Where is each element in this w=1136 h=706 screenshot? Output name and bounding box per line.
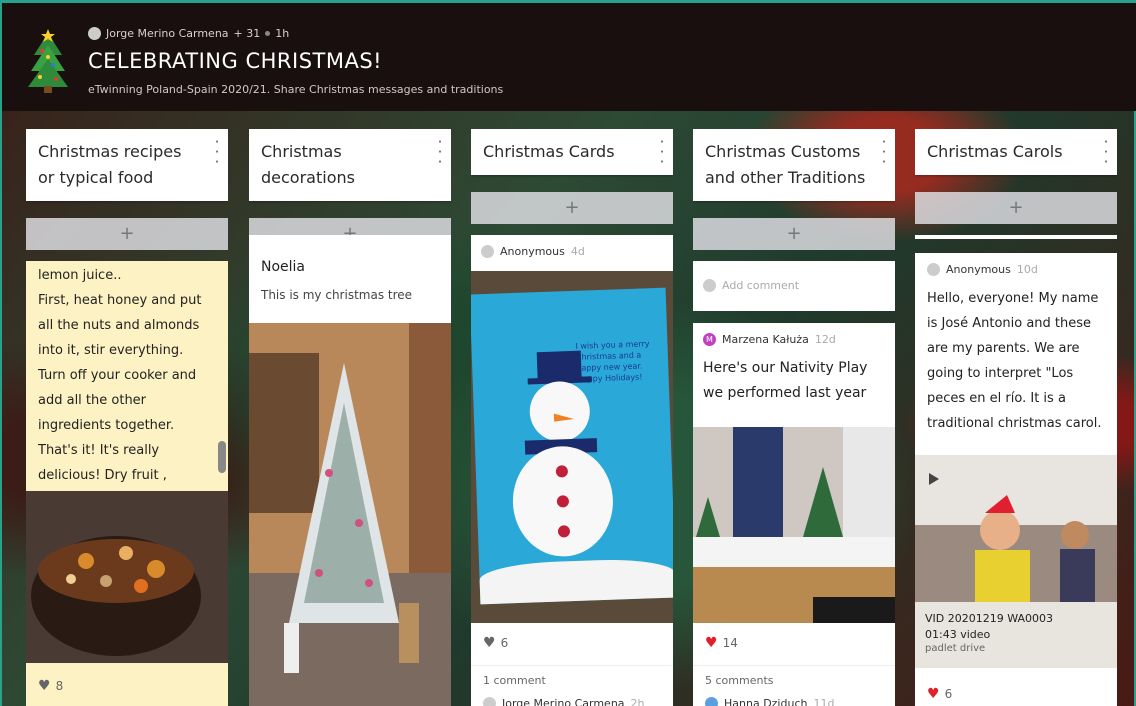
column-title: Christmas decorations <box>261 142 355 187</box>
add-post-button[interactable]: + <box>471 192 673 224</box>
commenter-name[interactable]: Hanna Dziduch <box>724 697 807 706</box>
comment-count[interactable]: 1 comment <box>471 665 673 687</box>
comment-icon <box>703 279 716 292</box>
snowman-drawing <box>512 350 613 557</box>
avatar <box>483 697 496 706</box>
column-cards: Christmas Cards · · · + Anonymous 4d I wis… <box>471 129 673 706</box>
column-header[interactable]: Christmas Customs and other Traditions ·… <box>693 129 895 201</box>
like-count: 14 <box>722 636 738 650</box>
column-customs: Christmas Customs and other Traditions ·… <box>693 129 895 706</box>
post-age: 12d <box>814 333 836 346</box>
board-header: Jorge Merino Carmena + 31 1h CELEBRATING… <box>2 3 1136 111</box>
heart-icon[interactable]: ♥ <box>927 686 940 702</box>
add-post-button[interactable]: + <box>693 218 895 250</box>
video-info[interactable]: VID 20201219 WA0003 01:43 video padlet d… <box>915 602 1117 668</box>
post-text: Hello, everyone! My name is José Antonio… <box>927 291 1102 431</box>
add-comment-input[interactable]: Add comment <box>722 279 799 292</box>
recipe-note-card[interactable]: lemon juice.. First, heat honey and put … <box>26 261 228 491</box>
more-options-icon[interactable]: · · · <box>437 135 443 170</box>
add-post-button[interactable]: + <box>26 218 228 250</box>
like-count: 6 <box>944 686 953 701</box>
author-avatar <box>88 27 101 40</box>
reaction-bar: ♥ 8 <box>26 663 228 706</box>
add-post-button[interactable]: + <box>915 192 1117 224</box>
card-edge <box>915 235 1117 239</box>
contributors-count[interactable]: + 31 <box>234 27 261 40</box>
recipe-text: lemon juice.. First, heat honey and put … <box>38 268 202 483</box>
comment-author: Jorge Merino Carmena 2h <box>471 687 673 706</box>
reaction-bar: ♥ 14 <box>693 623 895 651</box>
more-options-icon[interactable]: · · · <box>214 135 220 170</box>
christmas-card: I wish you a merry Christmas and a happy… <box>471 287 673 605</box>
column-header[interactable]: Christmas decorations · · · <box>249 129 451 201</box>
more-options-icon[interactable]: · · · <box>881 135 887 170</box>
card-footer: ♥ 14 5 comments Hanna Dziduch 11d <box>693 623 895 706</box>
author-name[interactable]: Anonymous <box>946 263 1011 276</box>
christmas-tree-icon <box>28 29 68 93</box>
video-source: padlet drive <box>925 643 986 654</box>
author-name[interactable]: Marzena Kałuża <box>722 333 809 346</box>
card-footer: ♥ 6 1 comment Jorge Merino Carmena 2h <box>471 623 673 706</box>
avatar <box>481 245 494 258</box>
video-meta: 01:43 video <box>925 628 991 641</box>
heart-icon[interactable]: ♥ <box>38 678 51 694</box>
card-photo[interactable]: I wish you a merry Christmas and a happy… <box>471 271 673 623</box>
post-card[interactable]: Anonymous 10d Hello, everyone! My name i… <box>915 253 1117 455</box>
heart-icon[interactable]: ♥ <box>705 635 718 651</box>
recipe-photo[interactable] <box>26 491 228 663</box>
column-header[interactable]: Christmas recipes or typical food · · · <box>26 129 228 201</box>
column-header[interactable]: Christmas Carols · · · <box>915 129 1117 175</box>
column-carols: Christmas Carols · · · + Anonymous 10d Hel… <box>915 129 1117 706</box>
video-name: VID 20201219 WA0003 <box>925 612 1054 625</box>
avatar <box>705 697 718 706</box>
column-title: Christmas Customs and other Traditions <box>705 142 866 187</box>
like-count: 6 <box>500 636 509 650</box>
board-time: 1h <box>275 27 290 40</box>
add-comment-card[interactable]: Add comment <box>693 261 895 311</box>
nativity-photo[interactable] <box>693 427 895 623</box>
column-title: Christmas recipes or typical food <box>38 142 182 187</box>
column-title: Christmas Carols <box>927 142 1063 161</box>
post-card[interactable]: M Marzena Kałuża 12d Here's our Nativity… <box>693 323 895 427</box>
video-thumbnail[interactable] <box>915 455 1117 602</box>
scrollbar[interactable] <box>218 441 226 473</box>
comment-count[interactable]: 5 comments <box>693 665 895 687</box>
post-meta: Jorge Merino Carmena + 31 1h <box>88 27 289 40</box>
heart-icon[interactable]: ♥ <box>483 635 496 651</box>
post-text: This is my christmas tree <box>261 288 413 302</box>
post-card[interactable]: Noelia This is my christmas tree <box>249 235 451 323</box>
comment-age: 2h <box>630 697 645 706</box>
separator-dot <box>265 31 271 36</box>
more-options-icon[interactable]: · · · <box>659 135 665 170</box>
column-recipes: Christmas recipes or typical food · · · + … <box>26 129 228 706</box>
post-title: Noelia <box>261 259 306 275</box>
post-age: 4d <box>570 245 585 258</box>
like-count: 8 <box>55 679 64 693</box>
more-options-icon[interactable]: · · · <box>1103 135 1109 170</box>
reaction-bar: ♥ 6 <box>471 623 673 651</box>
post-author: Anonymous 4d <box>481 245 663 258</box>
board-title: CELEBRATING CHRISTMAS! <box>88 49 383 73</box>
board-author[interactable]: Jorge Merino Carmena <box>106 27 229 40</box>
avatar: M <box>703 333 716 346</box>
post-card[interactable]: Anonymous 4d <box>471 235 673 271</box>
post-age: 10d <box>1016 263 1038 276</box>
comment-author: Hanna Dziduch 11d <box>693 687 895 706</box>
christmas-tree-photo[interactable] <box>249 323 451 706</box>
commenter-name[interactable]: Jorge Merino Carmena <box>502 697 625 706</box>
post-title: Here's our Nativity Play we performed la… <box>703 360 868 401</box>
author-name[interactable]: Anonymous <box>500 245 565 258</box>
comment-age: 11d <box>813 697 835 706</box>
avatar <box>927 263 940 276</box>
post-author: M Marzena Kałuża 12d <box>703 333 885 346</box>
reaction-bar: ♥ 6 <box>915 668 1117 706</box>
board-subtitle: eTwinning Poland-Spain 2020/21. Share Ch… <box>88 83 504 96</box>
column-title: Christmas Cards <box>483 142 615 161</box>
column-header[interactable]: Christmas Cards · · · <box>471 129 673 175</box>
add-comment-row[interactable]: Add comment <box>703 279 885 292</box>
post-author: Anonymous 10d <box>927 263 1107 276</box>
column-decorations: Christmas decorations · · · + Noelia This … <box>249 129 451 706</box>
